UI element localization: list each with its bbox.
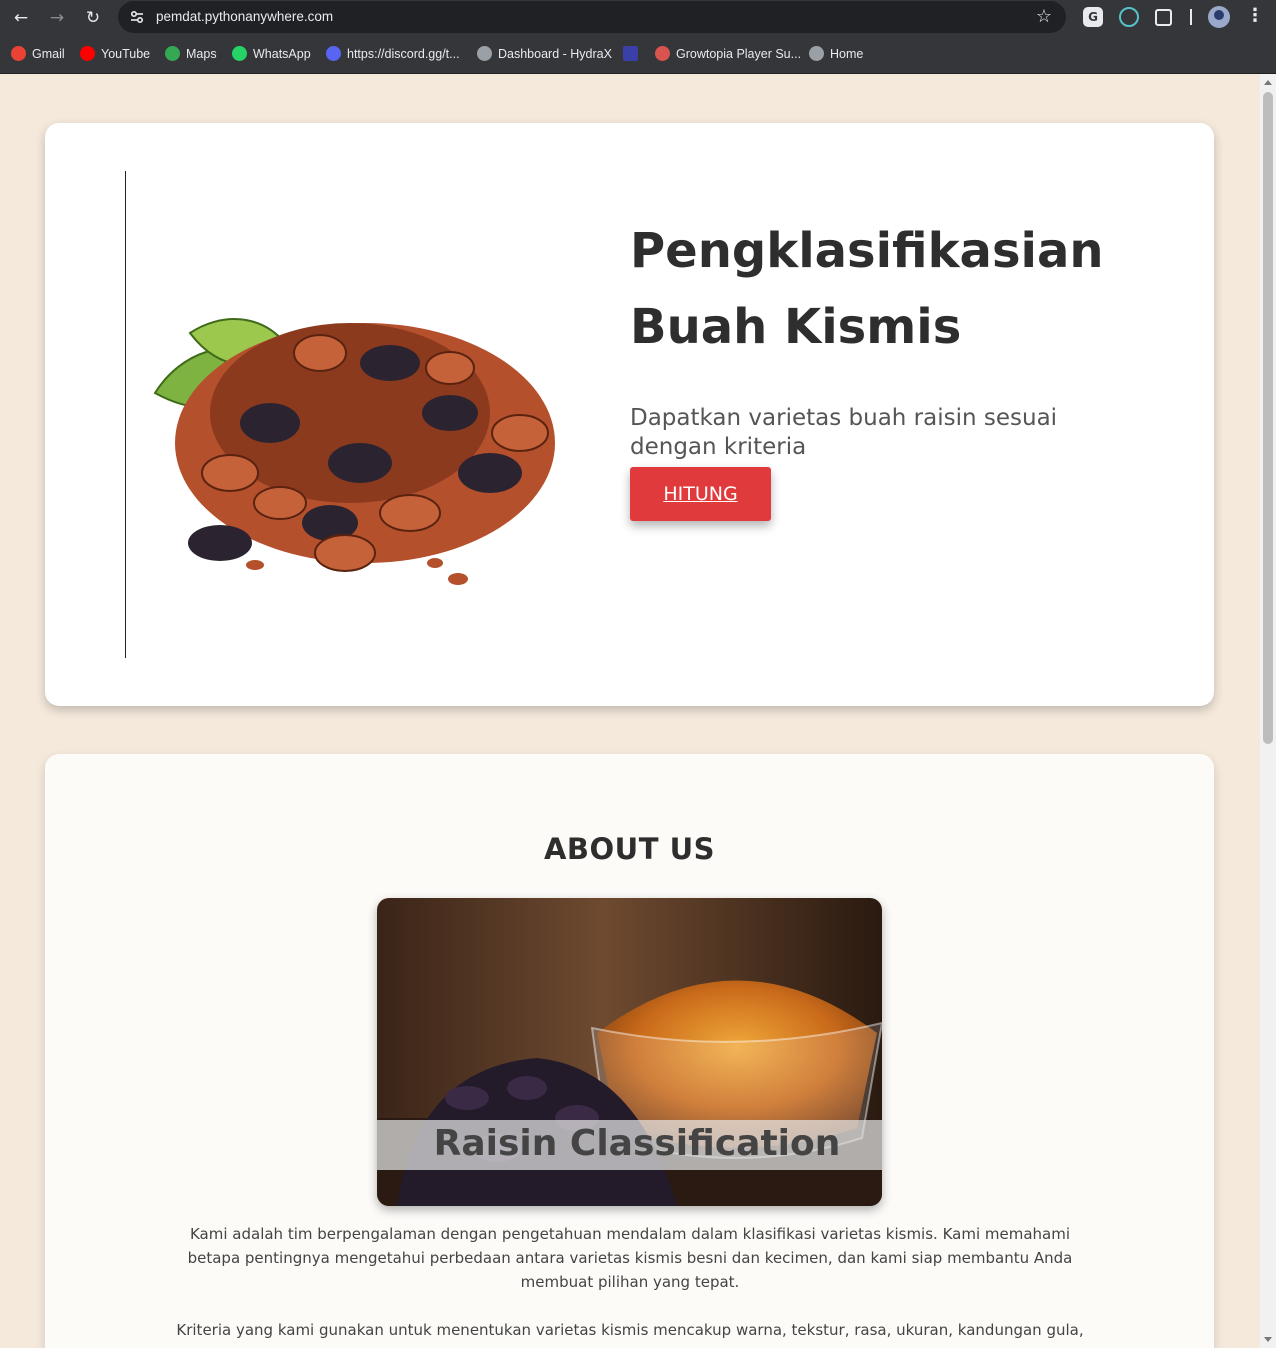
profile-avatar[interactable] xyxy=(1208,6,1230,28)
raisin-classification-photo: Raisin Classification xyxy=(377,898,882,1206)
toolbar-divider xyxy=(1190,9,1192,25)
reload-icon[interactable]: ↻ xyxy=(80,5,106,31)
page-scrollbar[interactable] xyxy=(1260,74,1276,1348)
scroll-down-arrow-icon[interactable] xyxy=(1264,1337,1272,1342)
youtube-icon xyxy=(80,46,95,61)
bookmark-hydrax[interactable]: Dashboard - HydraX xyxy=(477,46,612,64)
browser-menu-icon[interactable]: ⋮ xyxy=(1246,5,1264,26)
bookmark-gmail[interactable]: Gmail xyxy=(11,46,65,64)
forward-icon[interactable]: → xyxy=(44,5,70,31)
discord-icon xyxy=(326,46,341,61)
gmail-icon xyxy=(11,46,26,61)
browser-toolbar: ← → ↻ pemdat.pythonanywhere.com ☆ G ⋮ xyxy=(0,0,1276,35)
bookmark-growtopia[interactable]: Growtopia Player Su... xyxy=(655,46,801,64)
globe-icon xyxy=(477,46,492,61)
bookmark-discord[interactable]: https://discord.gg/t... xyxy=(326,46,460,64)
hitung-button[interactable]: HITUNG xyxy=(630,467,771,521)
maps-pin-icon xyxy=(165,46,180,61)
bookmark-star-icon[interactable]: ☆ xyxy=(1036,7,1052,27)
whatsapp-icon xyxy=(232,46,247,61)
ai-extension-icon[interactable] xyxy=(1119,7,1139,27)
site-settings-icon[interactable] xyxy=(128,8,146,26)
about-card: ABOUT US Raisin Classification Kami adal… xyxy=(45,754,1214,1348)
grammar-extension-icon[interactable]: G xyxy=(1083,7,1103,27)
hero-title: Pengklasifikasian Buah Kismis xyxy=(630,223,1104,355)
image-caption: Raisin Classification xyxy=(433,1123,841,1164)
address-bar[interactable]: pemdat.pythonanywhere.com ☆ xyxy=(118,1,1066,33)
scroll-up-arrow-icon[interactable] xyxy=(1264,80,1272,85)
about-paragraph-2: Kriteria yang kami gunakan untuk menentu… xyxy=(176,1321,1084,1339)
hero-card: Pengklasifikasian Buah Kismis Dapatkan v… xyxy=(45,123,1214,706)
scroll-thumb[interactable] xyxy=(1263,92,1273,744)
site-favicon-icon xyxy=(623,46,638,61)
globe-icon xyxy=(809,46,824,61)
growtopia-icon xyxy=(655,46,670,61)
about-title: ABOUT US xyxy=(543,832,716,866)
bookmark-unnamed[interactable] xyxy=(623,46,644,64)
hero-divider-line xyxy=(125,171,126,658)
hero-subtitle: Dapatkan varietas buah raisin sesuai den… xyxy=(630,405,1058,460)
bookmark-home[interactable]: Home xyxy=(809,46,863,64)
bookmark-youtube[interactable]: YouTube xyxy=(80,46,150,64)
url-text[interactable]: pemdat.pythonanywhere.com xyxy=(156,9,333,24)
back-icon[interactable]: ← xyxy=(8,5,34,31)
raisin-pile-illustration xyxy=(153,318,555,585)
bookmark-maps[interactable]: Maps xyxy=(165,46,217,64)
bookmarks-bar: Gmail YouTube Maps WhatsApp https://disc… xyxy=(0,35,1276,74)
extensions-puzzle-icon[interactable] xyxy=(1155,9,1172,26)
about-paragraph-1: Kami adalah tim berpengalaman dengan pen… xyxy=(187,1225,1073,1291)
bookmark-whatsapp[interactable]: WhatsApp xyxy=(232,46,311,64)
